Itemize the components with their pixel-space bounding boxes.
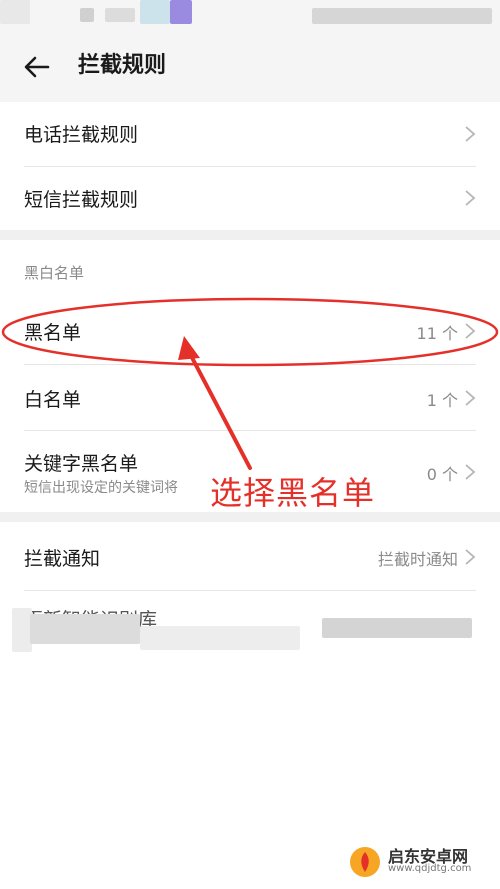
watermark-url: www.qdjdtg.com [388,863,472,874]
section-title: 黑白名单 [24,264,85,282]
status-blur [0,0,30,24]
row-value: 11 个 [416,324,458,343]
chevron-right-icon [465,126,476,142]
row-intercept-notice[interactable]: 拦截通知 拦截时通知 [0,524,500,590]
watermark-logo-icon [350,847,380,877]
row-label: 拦截通知 [24,548,101,570]
row-value: 1 个 [426,391,458,410]
chevron-right-icon [465,464,476,480]
blurred-region [0,606,500,664]
row-label: 白名单 [24,389,82,411]
blur-block [140,626,300,650]
row-label: 短信拦截规则 [24,189,139,211]
row-label: 电话拦截规则 [24,124,139,146]
chevron-right-icon [465,323,476,339]
annotation-label: 选择黑名单 [210,474,376,512]
blur-block [30,614,140,644]
page-title: 拦截规则 [78,53,167,78]
row-sms-rules[interactable]: 短信拦截规则 [0,167,500,230]
section-gap [0,230,500,240]
status-blur [170,0,192,24]
chevron-right-icon [465,549,476,565]
status-blur [80,8,94,22]
chevron-right-icon [465,390,476,406]
row-subtitle: 短信出现设定的关键词将 [24,480,178,496]
status-blur [105,8,135,22]
back-arrow-icon[interactable] [22,52,52,82]
watermark: 启东安卓网 www.qdjdtg.com [348,843,488,883]
rules-group: 电话拦截规则 短信拦截规则 [0,102,500,230]
row-label: 黑名单 [24,322,82,344]
row-phone-rules[interactable]: 电话拦截规则 [0,102,500,166]
row-value: 0 个 [426,465,458,484]
status-blur [140,0,170,24]
chevron-right-icon [465,190,476,206]
blur-block [322,618,472,638]
row-value: 拦截时通知 [377,550,458,569]
status-bar [0,0,500,30]
status-blur [312,8,492,24]
row-label: 关键字黑名单 [24,453,139,475]
app-header: 拦截规则 [0,30,500,102]
annotation-arrow-icon [178,336,252,470]
blur-block [12,608,32,652]
